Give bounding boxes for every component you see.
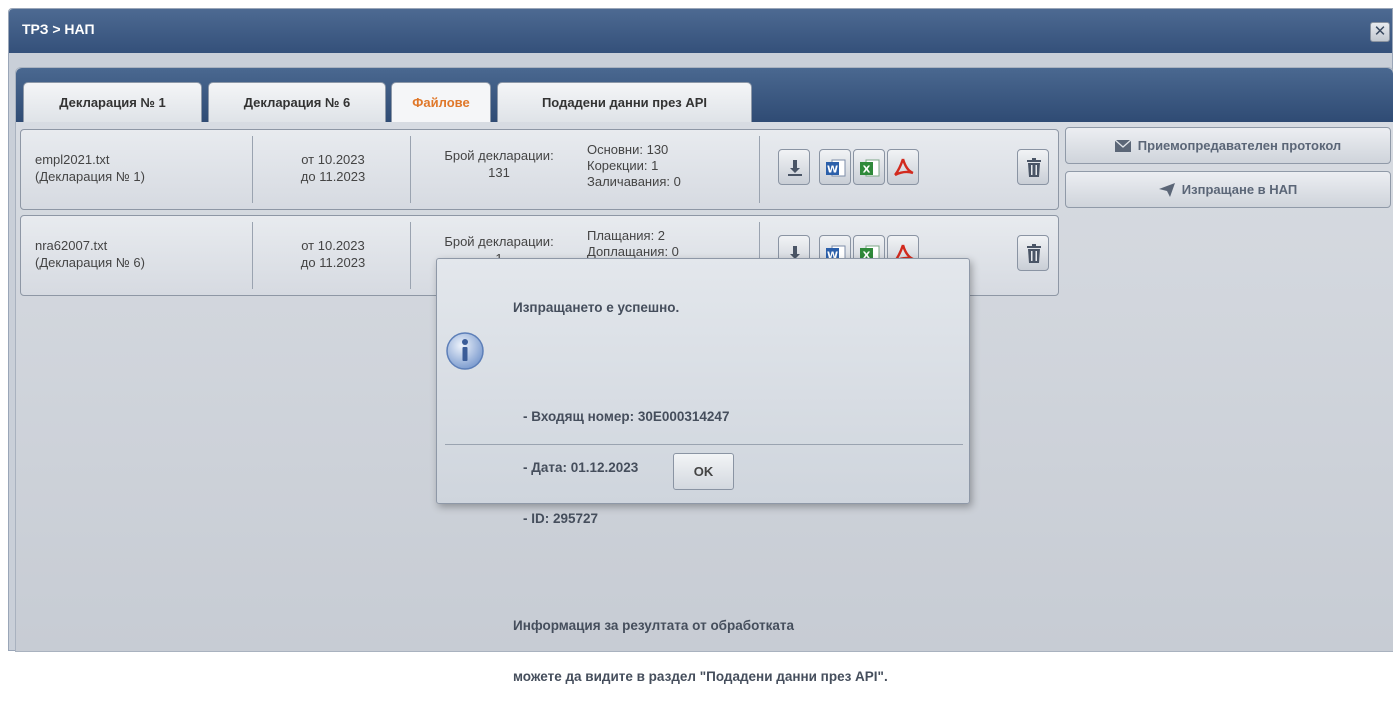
trash-icon bbox=[1027, 158, 1041, 177]
tab-files[interactable]: Файлове bbox=[391, 82, 491, 122]
export-word-button[interactable]: W bbox=[819, 149, 851, 185]
pdf-icon bbox=[894, 158, 914, 177]
dialog-date: - Дата: 01.12.2023 bbox=[523, 460, 639, 475]
dialog-info-line: можете да видите в раздел "Подадени данн… bbox=[513, 669, 888, 684]
divider bbox=[252, 136, 253, 203]
handover-protocol-button[interactable]: Приемопредавателен протокол bbox=[1065, 127, 1391, 164]
divider bbox=[759, 136, 760, 203]
period-cell: от 10.2023 до 11.2023 bbox=[256, 151, 410, 185]
dialog-id: - ID: 295727 bbox=[523, 511, 599, 526]
stat-line: Основни: 130 bbox=[587, 142, 669, 157]
send-to-nra-button[interactable]: Изпращане в НАП bbox=[1065, 171, 1391, 208]
excel-icon: X bbox=[860, 159, 880, 177]
delete-button[interactable] bbox=[1017, 149, 1049, 185]
stats-cell: Основни: 130 Корекции: 1 Заличавания: 0 bbox=[587, 142, 681, 190]
export-excel-button[interactable]: X bbox=[853, 149, 885, 185]
handover-protocol-label: Приемопредавателен протокол bbox=[1137, 138, 1342, 153]
tab-bar: Декларация № 1 Декларация № 6 Файлове По… bbox=[16, 68, 1393, 122]
file-name-cell: nra62007.txt (Декларация № 6) bbox=[35, 237, 145, 271]
stats-cell: Плащания: 2 Доплащания: 0 bbox=[587, 228, 679, 260]
divider bbox=[410, 136, 411, 203]
stat-line: Плащания: 2 bbox=[587, 228, 666, 243]
paper-plane-icon bbox=[1158, 182, 1175, 197]
success-dialog: Изпращането е успешно. - Входящ номер: 3… bbox=[436, 258, 970, 684]
divider bbox=[410, 222, 411, 289]
ok-button[interactable]: OK bbox=[673, 453, 734, 490]
count-cell: Брой декларации: 131 bbox=[413, 147, 585, 181]
file-name-cell: empl2021.txt (Декларация № 1) bbox=[35, 151, 145, 185]
dialog-heading: Изпращането е успешно. bbox=[513, 300, 680, 315]
info-icon bbox=[446, 332, 484, 370]
tab-api-submissions[interactable]: Подадени данни през API bbox=[497, 82, 752, 122]
envelope-icon bbox=[1114, 139, 1131, 152]
export-pdf-button[interactable] bbox=[887, 149, 919, 185]
period-to: до 11.2023 bbox=[300, 169, 366, 184]
send-to-nra-label: Изпращане в НАП bbox=[1181, 182, 1298, 197]
download-button[interactable] bbox=[778, 149, 810, 185]
title-bar: ТРЗ > НАП ✕ bbox=[9, 9, 1392, 53]
file-name: empl2021.txt bbox=[35, 152, 110, 167]
period-cell: от 10.2023 до 11.2023 bbox=[256, 237, 410, 271]
word-icon: W bbox=[826, 159, 846, 177]
divider bbox=[252, 222, 253, 289]
delete-button[interactable] bbox=[1017, 235, 1049, 271]
period-from: от 10.2023 bbox=[301, 238, 365, 253]
period-to: до 11.2023 bbox=[300, 255, 366, 270]
dialog-divider bbox=[445, 444, 963, 445]
count-value: 131 bbox=[488, 165, 510, 180]
count-label: Брой декларации: bbox=[444, 148, 554, 163]
svg-text:X: X bbox=[863, 165, 871, 176]
period-from: от 10.2023 bbox=[301, 152, 365, 167]
tab-declaration-6[interactable]: Декларация № 6 bbox=[208, 82, 386, 122]
tab-declaration-1[interactable]: Декларация № 1 bbox=[23, 82, 202, 122]
stat-line: Корекции: 1 bbox=[587, 158, 659, 173]
file-declaration: (Декларация № 6) bbox=[35, 255, 145, 270]
close-icon[interactable]: ✕ bbox=[1370, 22, 1390, 42]
file-name: nra62007.txt bbox=[35, 238, 108, 253]
count-label: Брой декларации: bbox=[444, 234, 554, 249]
dialog-incoming-number: - Входящ номер: 30Е000314247 bbox=[523, 409, 730, 424]
download-icon bbox=[788, 160, 802, 176]
file-row: empl2021.txt (Декларация № 1) от 10.2023… bbox=[20, 129, 1059, 210]
dialog-info-line: Информация за резултата от обработката bbox=[513, 618, 795, 633]
window-title: ТРЗ > НАП bbox=[22, 21, 95, 37]
trash-icon bbox=[1027, 244, 1041, 263]
svg-text:W: W bbox=[827, 165, 838, 176]
file-declaration: (Декларация № 1) bbox=[35, 169, 145, 184]
stat-line: Заличавания: 0 bbox=[587, 174, 681, 189]
